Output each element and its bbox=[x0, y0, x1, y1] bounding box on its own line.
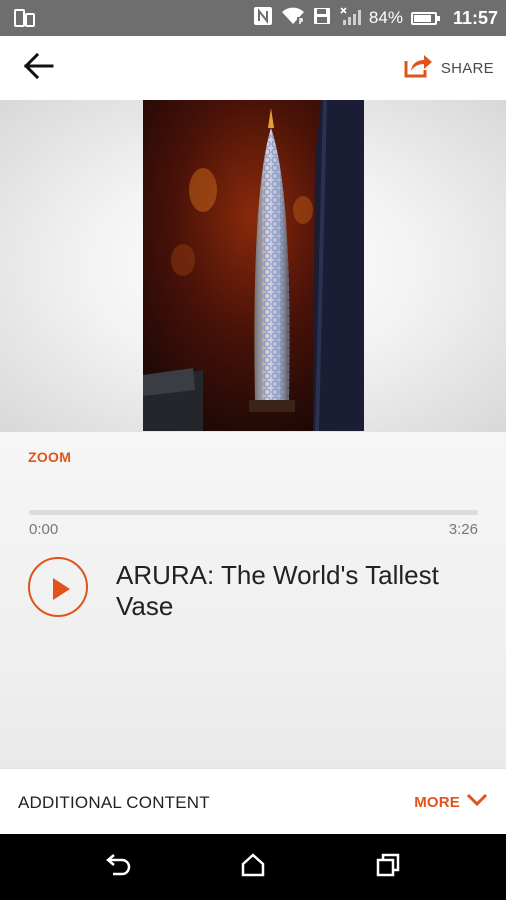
artwork-photo[interactable] bbox=[143, 100, 364, 431]
more-button[interactable]: MORE bbox=[414, 789, 488, 815]
share-label: SHARE bbox=[440, 59, 494, 77]
play-button[interactable] bbox=[28, 557, 88, 617]
screen-mirror-icon bbox=[14, 8, 36, 28]
share-button[interactable]: SHARE bbox=[403, 50, 494, 86]
nav-back-button[interactable] bbox=[104, 852, 134, 882]
play-icon bbox=[53, 578, 70, 600]
battery-icon bbox=[410, 11, 440, 25]
save-icon bbox=[313, 6, 331, 31]
chevron-down-icon bbox=[466, 793, 488, 812]
artwork-image-area[interactable] bbox=[0, 100, 506, 432]
battery-percent: 84% bbox=[368, 8, 403, 27]
back-arrow-icon bbox=[22, 52, 54, 85]
share-icon bbox=[403, 53, 433, 84]
time-total: 3:26 bbox=[448, 521, 478, 538]
clock: 11:57 bbox=[452, 7, 498, 28]
progress-bar[interactable] bbox=[29, 510, 478, 515]
additional-content-bar[interactable]: ADDITIONAL CONTENT MORE bbox=[0, 768, 506, 834]
back-icon bbox=[105, 852, 133, 883]
additional-content-label: ADDITIONAL CONTENT bbox=[18, 793, 210, 812]
nav-recents-button[interactable] bbox=[373, 852, 403, 882]
more-label: MORE bbox=[414, 793, 460, 811]
recents-icon bbox=[375, 852, 401, 883]
wifi-icon bbox=[281, 6, 305, 31]
zoom-link[interactable]: ZOOM bbox=[28, 449, 71, 465]
status-bar: 84% 11:57 bbox=[0, 0, 506, 36]
home-icon bbox=[240, 852, 266, 883]
time-elapsed: 0:00 bbox=[29, 521, 59, 538]
app-bar: SHARE bbox=[0, 36, 506, 100]
back-button[interactable] bbox=[22, 50, 70, 86]
signal-icon bbox=[339, 6, 361, 31]
system-navigation-bar bbox=[0, 834, 506, 900]
nfc-icon bbox=[253, 6, 273, 31]
track-title: ARURA: The World's Tallest Vase bbox=[116, 560, 439, 621]
audio-player-panel: ZOOM 0:00 3:26 ARURA: The World's Talles… bbox=[0, 432, 506, 768]
nav-home-button[interactable] bbox=[238, 852, 268, 882]
